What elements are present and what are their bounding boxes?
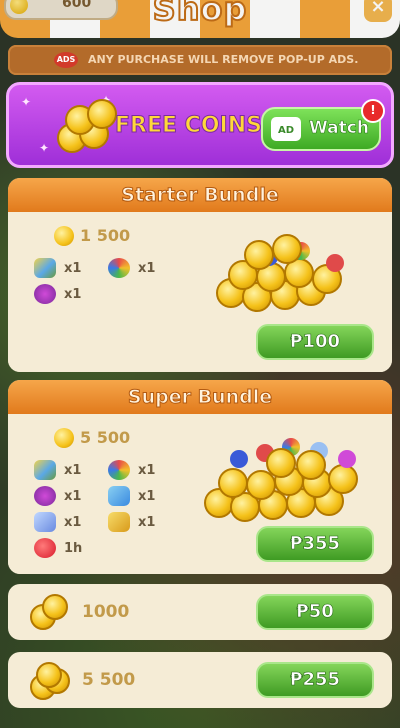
bundle-title: Super Bundle — [127, 386, 273, 409]
spinner-booster-icon — [34, 258, 56, 278]
glove-booster-icon — [108, 512, 130, 532]
super-bundle-buy-button[interactable]: ₱355 — [256, 526, 374, 562]
bundle-header: Super Bundle — [8, 380, 392, 414]
coin-pack-buy-button[interactable]: ₱255 — [256, 662, 374, 698]
coin-pack-row: 5 500 ₱255 — [8, 652, 392, 708]
price-label: ₱50 — [296, 601, 334, 623]
bundle-body: 5 500 x1 x1 x1 x1 x1 x1 1h ₱355 — [8, 414, 392, 574]
price-label: ₱255 — [289, 669, 341, 691]
coin-icon — [54, 428, 74, 448]
berries-booster-icon — [34, 486, 56, 506]
coin-pile-image — [208, 232, 348, 312]
sparkle-icon: ✦ — [39, 141, 50, 155]
coin-stack-icon — [30, 662, 70, 700]
top-bar: 600 Shop × — [0, 0, 400, 38]
starter-bundle-card: Starter Bundle 1 500 x1 x1 x1 ₱100 — [8, 178, 392, 372]
coin-stack-icon — [30, 594, 70, 632]
ads-icon: ADS — [54, 52, 78, 68]
coin-pack-buy-button[interactable]: ₱50 — [256, 594, 374, 630]
watch-button-label: Watch — [309, 118, 370, 139]
ad-video-icon: AD — [271, 117, 301, 141]
plane-booster-icon — [108, 486, 130, 506]
bundle-body: 1 500 x1 x1 x1 ₱100 — [8, 212, 392, 372]
berries-booster-icon — [34, 284, 56, 304]
coin-icon — [54, 226, 74, 246]
alert-badge: ! — [361, 99, 385, 123]
heart-icon — [34, 538, 56, 558]
star-booster-icon — [34, 512, 56, 532]
super-bundle-card: Super Bundle 5 500 x1 x1 x1 x1 x1 x1 1h … — [8, 380, 392, 574]
free-coins-label: FREE COINS — [115, 113, 263, 139]
coin-pack-amount: 5 500 — [82, 670, 136, 690]
bundle-header: Starter Bundle — [8, 178, 392, 212]
notice-text: ANY PURCHASE WILL REMOVE POP-UP ADS. — [88, 53, 359, 66]
spinner-booster-icon — [34, 460, 56, 480]
ball-booster-icon — [108, 258, 130, 278]
bundle-coin-amount: 1 500 — [80, 226, 131, 245]
coin-pile-image — [200, 430, 360, 522]
price-label: ₱355 — [289, 533, 341, 555]
bundle-title: Starter Bundle — [121, 184, 279, 207]
ads-notice: ADS ANY PURCHASE WILL REMOVE POP-UP ADS. — [8, 45, 392, 75]
ball-booster-icon — [108, 460, 130, 480]
close-button[interactable]: × — [364, 0, 392, 22]
watch-ad-button[interactable]: AD Watch ! — [261, 99, 385, 151]
coin-stack-icon — [53, 97, 119, 153]
coin-pack-amount: 1000 — [82, 602, 130, 622]
coin-pack-row: 1000 ₱50 — [8, 584, 392, 640]
free-coins-banner[interactable]: ✦ ✦ ✦ FREE COINS AD Watch ! — [6, 82, 394, 168]
price-label: ₱100 — [289, 331, 341, 353]
page-title: Shop — [152, 0, 248, 29]
bundle-coin-amount: 5 500 — [80, 428, 131, 447]
starter-bundle-buy-button[interactable]: ₱100 — [256, 324, 374, 360]
sparkle-icon: ✦ — [21, 95, 32, 109]
